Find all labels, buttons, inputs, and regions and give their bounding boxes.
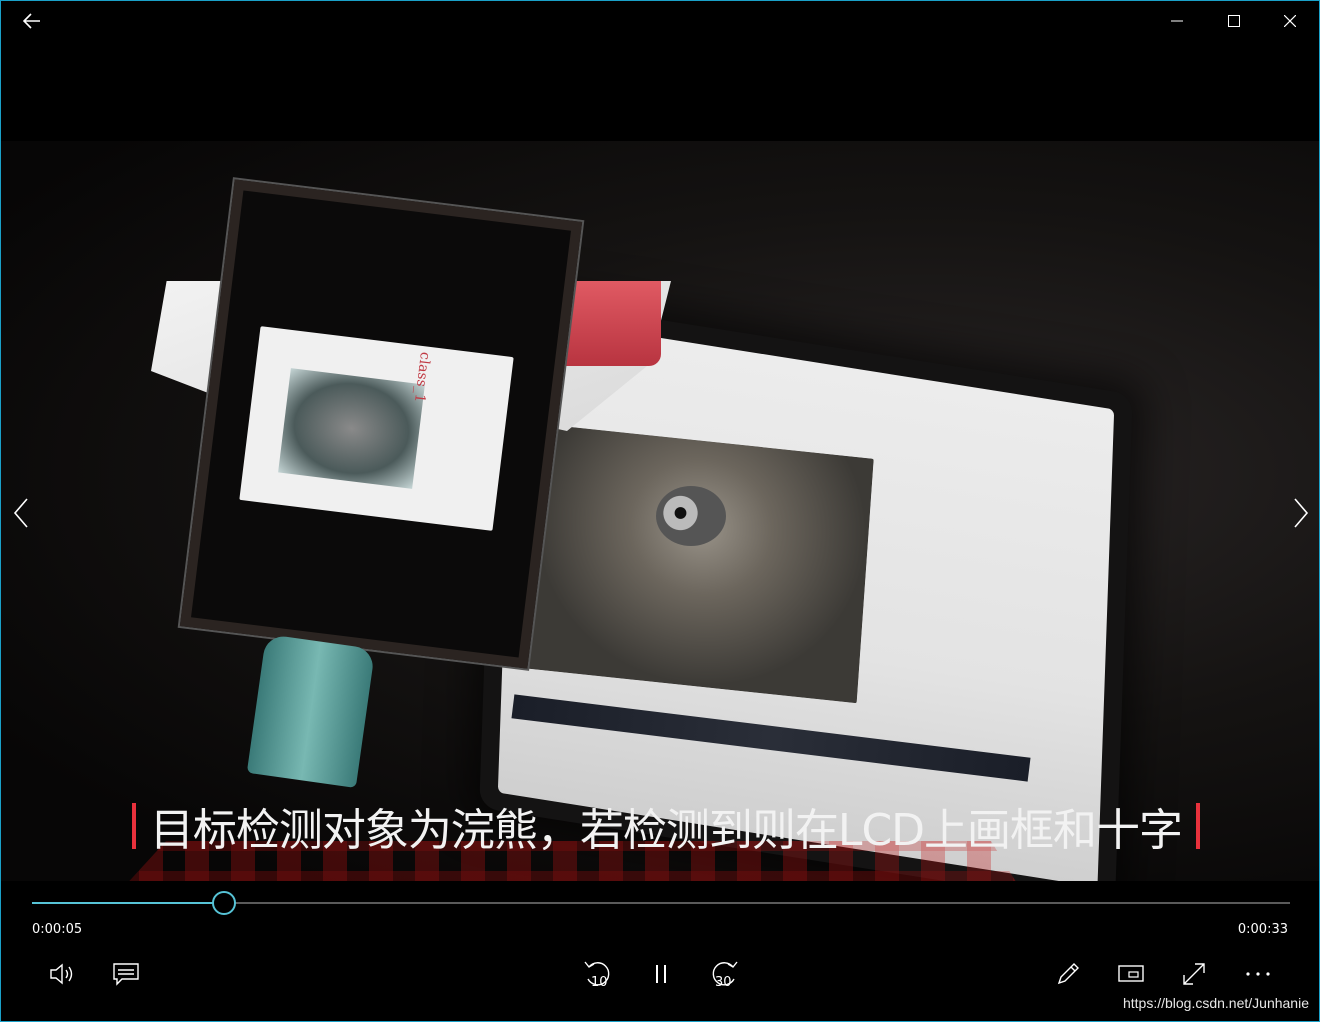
volume-button[interactable]	[43, 954, 83, 994]
mini-view-button[interactable]	[1111, 954, 1151, 994]
chevron-right-icon	[1294, 498, 1309, 528]
watermark-text: https://blog.csdn.net/Junhanie	[1122, 995, 1309, 1011]
previous-button[interactable]	[1, 491, 41, 535]
volume-icon	[50, 963, 73, 985]
skip-back-icon: 10	[584, 961, 610, 990]
minimize-button[interactable]	[1154, 1, 1200, 41]
raccoon-face-image	[656, 486, 726, 546]
skip-back-button[interactable]: 10	[578, 954, 618, 994]
pause-icon	[656, 965, 666, 983]
maximize-icon	[1228, 15, 1240, 27]
lcd-stand-image	[246, 634, 376, 788]
fullscreen-button[interactable]	[1174, 954, 1214, 994]
seek-bar[interactable]	[32, 891, 1290, 915]
next-button[interactable]	[1281, 491, 1319, 535]
captions-button[interactable]	[106, 954, 146, 994]
raccoon-photo-image	[523, 423, 874, 704]
pencil-icon	[1057, 963, 1079, 985]
total-time: 0:00:33	[1237, 922, 1288, 937]
subtitle-right-bar	[1196, 803, 1201, 849]
current-time: 0:00:05	[32, 922, 83, 937]
seek-bar-progress	[32, 902, 224, 904]
skip-forward-label: 30	[715, 975, 732, 990]
maximize-button[interactable]	[1211, 1, 1257, 41]
seek-bar-thumb[interactable]	[212, 891, 237, 915]
expand-icon	[1183, 963, 1205, 985]
subtitle-text: 目标检测对象为浣熊，若检测到则在LCD上画框和十字	[149, 805, 1183, 856]
edit-button[interactable]	[1048, 954, 1088, 994]
video-player-window: class_1 目标检测对象为浣熊，若检测到则在LCD上画框和十字 0:00:0…	[0, 0, 1320, 1022]
skip-forward-button[interactable]: 30	[704, 954, 744, 994]
subtitle-caption: 目标检测对象为浣熊，若检测到则在LCD上画框和十字	[71, 796, 1261, 856]
mini-view-icon	[1118, 965, 1144, 982]
minimize-icon	[1171, 20, 1183, 22]
back-arrow-icon	[23, 13, 40, 29]
title-bar	[1, 1, 1319, 41]
back-button[interactable]	[9, 1, 55, 41]
chevron-left-icon	[13, 498, 28, 528]
more-icon	[1246, 972, 1270, 976]
lcd-photo-image	[278, 368, 425, 489]
pause-button[interactable]	[641, 954, 681, 994]
close-icon	[1284, 15, 1296, 27]
close-button[interactable]	[1267, 1, 1313, 41]
skip-back-label: 10	[591, 975, 608, 990]
more-button[interactable]	[1238, 954, 1278, 994]
skip-forward-icon: 30	[712, 961, 738, 990]
captions-icon	[113, 963, 139, 986]
